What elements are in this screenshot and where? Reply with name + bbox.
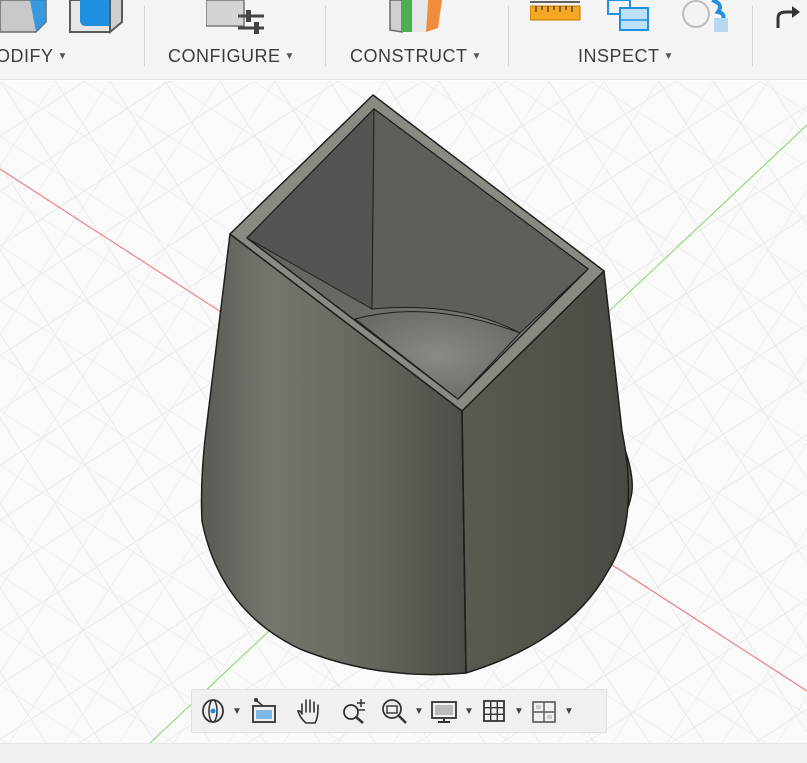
status-bar — [0, 743, 807, 763]
display-settings-button[interactable] — [426, 694, 462, 728]
zoom-window-button[interactable] — [376, 694, 412, 728]
display-menu-caret[interactable]: ▼ — [462, 694, 476, 728]
viewports-icon — [532, 701, 556, 723]
toolbar-group-label: INSPECT — [578, 46, 660, 66]
toolbar-group-label: CONFIGURE — [168, 46, 281, 66]
toolbar-group-inspect[interactable]: INSPECT ▼ — [514, 0, 748, 80]
zoom-menu-caret[interactable]: ▼ — [412, 694, 426, 728]
scene[interactable] — [0, 81, 807, 743]
toolbar-divider — [144, 6, 145, 66]
zoom-button[interactable] — [332, 694, 376, 728]
canvas-viewport[interactable] — [0, 81, 807, 743]
fillet-icon[interactable] — [68, 0, 126, 36]
toolbar: ODIFY ▼ CONFIGURE ▼ CONSTRUCT ▼ INSPECT … — [0, 0, 807, 80]
toolbar-divider — [325, 6, 326, 66]
chevron-down-icon[interactable]: ▼ — [472, 51, 482, 62]
construct-plane-icon[interactable] — [388, 0, 448, 36]
press-pull-icon[interactable] — [0, 0, 50, 36]
look-at-icon — [252, 698, 276, 723]
chevron-down-icon[interactable]: ▼ — [58, 51, 68, 62]
share-icon[interactable] — [774, 4, 804, 30]
navigation-bar: ▼ ▼ ▼ ▼ ▼ — [191, 689, 607, 733]
zoom-icon — [343, 699, 365, 724]
section-analysis-icon[interactable] — [678, 0, 732, 34]
grid-menu-caret[interactable]: ▼ — [512, 694, 526, 728]
viewports-menu-caret[interactable]: ▼ — [562, 694, 576, 728]
orbit-button[interactable] — [196, 694, 230, 728]
display-settings-icon — [431, 701, 457, 723]
toolbar-group-configure[interactable]: CONFIGURE ▼ — [150, 0, 322, 80]
pan-button[interactable] — [286, 694, 332, 728]
measure-icon[interactable] — [530, 0, 582, 24]
interference-icon[interactable] — [606, 0, 654, 34]
look-at-button[interactable] — [244, 694, 286, 728]
toolbar-group-label: ODIFY — [0, 46, 54, 66]
toolbar-divider — [752, 6, 753, 66]
toolbar-divider — [508, 6, 509, 66]
configure-icon[interactable] — [206, 0, 266, 36]
grid-snap-button[interactable] — [476, 694, 512, 728]
chevron-down-icon[interactable]: ▼ — [285, 51, 295, 62]
zoom-window-icon — [382, 699, 407, 724]
orbit-menu-caret[interactable]: ▼ — [230, 694, 244, 728]
toolbar-group-modify[interactable]: ODIFY ▼ — [0, 0, 140, 80]
toolbar-group-label: CONSTRUCT — [350, 46, 468, 66]
pan-hand-icon — [297, 699, 319, 724]
toolbar-group-construct[interactable]: CONSTRUCT ▼ — [330, 0, 506, 80]
viewports-button[interactable] — [526, 694, 562, 728]
orbit-icon — [202, 699, 224, 723]
grid-snap-icon — [483, 700, 505, 722]
chevron-down-icon[interactable]: ▼ — [664, 51, 674, 62]
